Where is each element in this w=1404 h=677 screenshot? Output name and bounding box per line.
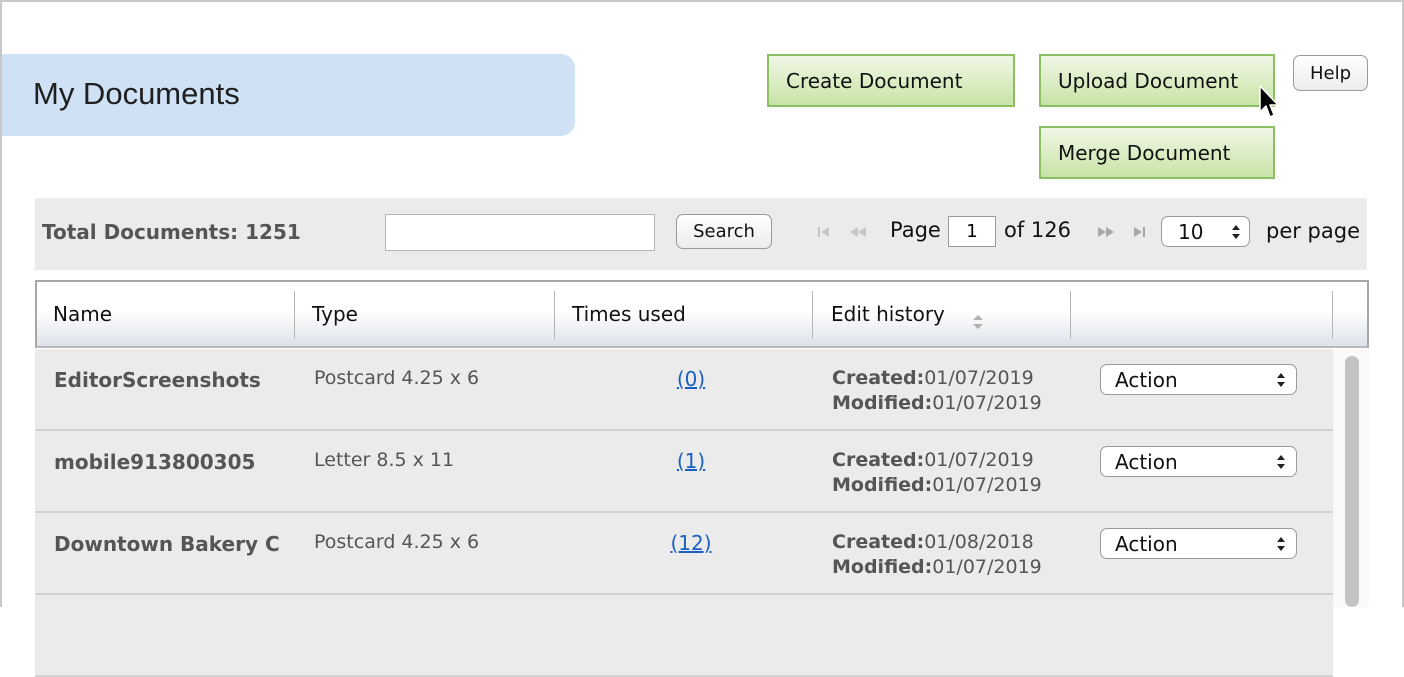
column-header-type[interactable]: Type: [312, 302, 358, 326]
table-row: [35, 595, 1333, 677]
sort-icon[interactable]: [971, 312, 985, 332]
help-button[interactable]: Help: [1293, 55, 1368, 91]
created-date: 01/08/2018: [924, 531, 1034, 553]
table-row: EditorScreenshots Postcard 4.25 x 6 (0) …: [35, 349, 1333, 431]
action-select[interactable]: Action: [1100, 528, 1297, 559]
documents-toolbar: Total Documents: 1251 Search Page of 126…: [35, 198, 1367, 270]
action-select[interactable]: Action: [1100, 446, 1297, 477]
modified-date: 01/07/2019: [932, 556, 1042, 578]
search-input[interactable]: [385, 214, 655, 251]
upload-document-button[interactable]: Upload Document: [1039, 54, 1275, 107]
previous-page-icon[interactable]: [847, 225, 869, 239]
created-date: 01/07/2019: [924, 449, 1034, 471]
table-row: Downtown Bakery C Postcard 4.25 x 6 (12)…: [35, 513, 1333, 595]
table-row: mobile913800305 Letter 8.5 x 11 (1) Crea…: [35, 431, 1333, 513]
page-title-tab: My Documents: [2, 54, 575, 136]
times-used-link[interactable]: (1): [635, 449, 747, 473]
document-name[interactable]: Downtown Bakery C: [54, 532, 296, 556]
column-header-name[interactable]: Name: [53, 302, 112, 326]
total-pages-label: of 126: [1004, 218, 1071, 242]
action-select[interactable]: Action: [1100, 364, 1297, 395]
next-page-icon[interactable]: [1095, 225, 1117, 239]
select-arrows-icon: [1232, 225, 1240, 239]
first-page-icon[interactable]: [816, 225, 838, 239]
select-arrows-icon: [1277, 455, 1285, 469]
column-divider: [554, 291, 555, 339]
created-date: 01/07/2019: [924, 367, 1034, 389]
created-label: Created:: [832, 367, 925, 389]
action-select-value: Action: [1115, 531, 1178, 556]
created-label: Created:: [832, 531, 925, 553]
documents-table-body: EditorScreenshots Postcard 4.25 x 6 (0) …: [35, 349, 1333, 677]
action-select-value: Action: [1115, 367, 1178, 392]
create-document-button[interactable]: Create Document: [767, 54, 1015, 107]
column-divider: [1070, 291, 1071, 339]
select-arrows-icon: [1277, 373, 1285, 387]
document-name[interactable]: EditorScreenshots: [54, 368, 296, 392]
column-divider: [294, 291, 295, 339]
document-type: Postcard 4.25 x 6: [314, 367, 480, 389]
edit-history: Created:01/07/2019 Modified:01/07/2019: [832, 366, 1072, 416]
merge-document-button[interactable]: Merge Document: [1039, 126, 1275, 179]
action-select-value: Action: [1115, 449, 1178, 474]
page-title: My Documents: [33, 76, 240, 111]
column-header-edit-history[interactable]: Edit history: [831, 302, 945, 326]
per-page-value: 10: [1178, 219, 1204, 244]
modified-label: Modified:: [832, 392, 933, 414]
modified-label: Modified:: [832, 556, 933, 578]
document-name[interactable]: mobile913800305: [54, 450, 296, 474]
page-number-input[interactable]: [948, 216, 996, 247]
search-button[interactable]: Search: [676, 214, 772, 249]
select-arrows-icon: [1277, 537, 1285, 551]
modified-date: 01/07/2019: [932, 474, 1042, 496]
table-header: Name Type Times used Edit history: [35, 280, 1369, 348]
edit-history: Created:01/07/2019 Modified:01/07/2019: [832, 448, 1072, 498]
mouse-cursor-icon: [1259, 85, 1279, 118]
column-divider: [812, 291, 813, 339]
document-type: Postcard 4.25 x 6: [314, 531, 480, 553]
per-page-label: per page: [1266, 219, 1361, 243]
per-page-select[interactable]: 10: [1161, 216, 1250, 247]
column-header-times-used[interactable]: Times used: [572, 302, 686, 326]
times-used-link[interactable]: (0): [635, 367, 747, 391]
page-label: Page: [890, 218, 941, 242]
created-label: Created:: [832, 449, 925, 471]
column-divider: [1332, 291, 1333, 339]
total-documents-count: Total Documents: 1251: [42, 220, 301, 244]
edit-history: Created:01/08/2018 Modified:01/07/2019: [832, 530, 1072, 580]
modified-date: 01/07/2019: [932, 392, 1042, 414]
times-used-link[interactable]: (12): [635, 531, 747, 555]
table-scrollbar-thumb[interactable]: [1345, 356, 1359, 607]
document-type: Letter 8.5 x 11: [314, 449, 455, 471]
last-page-icon[interactable]: [1129, 225, 1151, 239]
modified-label: Modified:: [832, 474, 933, 496]
